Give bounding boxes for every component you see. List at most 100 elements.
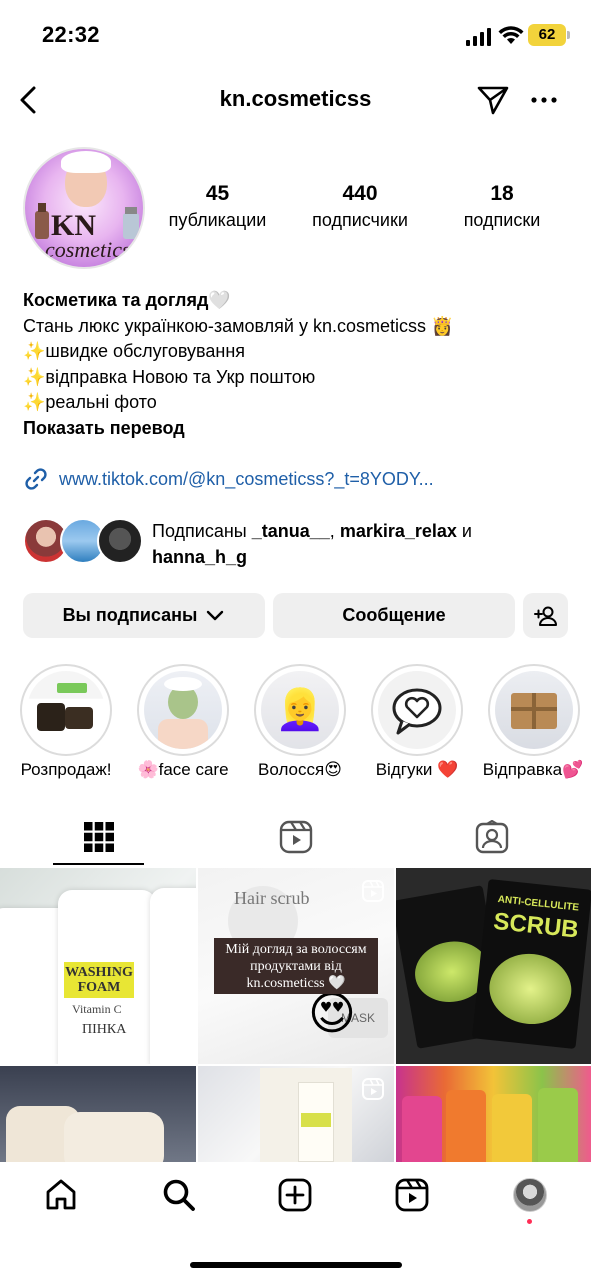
stat-followers-label: подписчики [312, 210, 408, 230]
follower-avatar [97, 518, 143, 564]
reels-nav-icon[interactable] [395, 1178, 429, 1212]
highlight-face-care-cover [144, 671, 222, 749]
highlight-label: Розпродаж! [20, 760, 112, 779]
stat-followers[interactable]: 440 подписчики [300, 182, 420, 231]
search-icon[interactable] [162, 1178, 196, 1212]
followed-by-text[interactable]: Подписаны _tanua__, markira_relax и hann… [152, 518, 572, 570]
followed-by-user: hanna_h_g [152, 547, 248, 567]
bio-link-text: www.tiktok.com/@kn_cosmeticss?_t=8YODY..… [59, 468, 434, 489]
highlight-reviews-cover [378, 671, 456, 749]
post-label: WASHING FOAM [64, 962, 134, 998]
stat-followers-count: 440 [342, 182, 378, 205]
post-label: Hair scrub [234, 888, 310, 908]
bio-line: Стань люкс українкою-замовляй у kn.cosme… [23, 315, 454, 336]
highlight-hair[interactable]: 👱‍♀️ [254, 664, 346, 756]
post-package-graphic: ANTI-CELLULITE SCRUB [471, 879, 591, 1049]
stat-posts-label: публикации [168, 210, 267, 230]
avatar-bottle-graphic [35, 203, 49, 239]
more-options-icon[interactable] [530, 88, 558, 112]
stat-posts[interactable]: 45 публикации [160, 182, 275, 231]
post-tube-graphic [492, 1094, 532, 1162]
status-time: 22:32 [42, 22, 100, 47]
highlight-label: Відгуки ❤️ [375, 760, 459, 779]
profile-bio: Косметика та догляд🤍 Стань люкс українко… [23, 288, 573, 442]
following-button[interactable]: Вы подписаны [23, 593, 265, 638]
followed-by-conjunction: и [456, 521, 472, 541]
send-message-icon[interactable] [476, 84, 510, 116]
post-box-graphic [298, 1082, 334, 1162]
post-bottle-graphic: WASHING FOAM Vitamin C ПІНКА [58, 890, 156, 1064]
highlight-hair-cover: 👱‍♀️ [261, 671, 339, 749]
bio-name: Косметика та догляд🤍 [23, 290, 231, 310]
link-icon [25, 468, 47, 490]
post-tube-graphic [402, 1096, 442, 1162]
reel-badge-icon [362, 880, 384, 902]
followed-by-separator: , [329, 521, 340, 541]
highlight-shipping-cover [495, 671, 573, 749]
emoji-heart-eyes-icon: 😍 [308, 987, 356, 1039]
highlight-label: Волосся😍 [258, 760, 342, 779]
reel-badge-icon [362, 1078, 384, 1100]
battery-tip [567, 31, 570, 39]
post-tube-graphic [446, 1090, 486, 1162]
highlight-label: 🌸face care [137, 760, 229, 779]
post-label: ПІНКА [82, 1022, 127, 1037]
post-label: SCRUB [492, 907, 580, 944]
tagged-tab-icon[interactable] [475, 820, 509, 854]
bio-line: ✨відправка Новою та Укр поштою [23, 366, 316, 387]
woman-emoji-icon: 👱‍♀️ [275, 688, 325, 732]
avatar-towel-graphic [61, 151, 111, 173]
highlight-face-care[interactable] [137, 664, 229, 756]
grid-posts-icon[interactable] [83, 821, 115, 853]
battery-indicator: 62 [528, 24, 566, 46]
profile-tabs [0, 810, 591, 866]
chevron-down-icon [207, 610, 224, 620]
home-indicator [190, 1262, 402, 1268]
message-button-label: Сообщение [342, 605, 446, 625]
stat-following[interactable]: 18 подписки [452, 182, 552, 231]
highlight-shipping[interactable] [488, 664, 580, 756]
stat-following-label: подписки [463, 210, 541, 230]
status-bar: 22:32 62 [0, 0, 591, 66]
post-thumbnail[interactable] [396, 1066, 591, 1162]
cellular-signal-icon [466, 28, 491, 46]
following-button-label: Вы подписаны [62, 605, 198, 625]
highlight-sale-cover [27, 671, 105, 749]
followed-by-prefix: Подписаны [152, 521, 252, 541]
stat-following-count: 18 [490, 182, 514, 205]
reels-tab-icon[interactable] [279, 820, 313, 854]
profile-avatar[interactable]: KN cosmeticss [23, 147, 145, 269]
show-translation-link[interactable]: Показать перевод [23, 416, 573, 442]
post-caption-overlay: Мій догляд за волоссям продуктами від kn… [214, 938, 378, 994]
profile-header: kn.cosmeticss [0, 74, 591, 126]
profile-nav-avatar[interactable] [513, 1178, 547, 1212]
post-tube-graphic [538, 1088, 578, 1162]
speech-heart-icon [392, 688, 442, 735]
message-button[interactable]: Сообщение [273, 593, 515, 638]
highlight-reviews[interactable] [371, 664, 463, 756]
avatar-jar-graphic [123, 207, 139, 239]
suggested-users-button[interactable] [523, 593, 568, 638]
bio-link[interactable]: www.tiktok.com/@kn_cosmeticss?_t=8YODY..… [23, 466, 434, 492]
notification-dot [527, 1219, 532, 1224]
add-user-icon [533, 606, 557, 626]
bio-line: ✨швидке обслуговування [23, 341, 246, 362]
post-jar-graphic [64, 1112, 164, 1162]
followed-by-user: _tanua__ [251, 521, 330, 541]
post-thumbnail[interactable] [198, 1066, 394, 1162]
active-tab-indicator [53, 863, 144, 865]
wifi-icon [498, 26, 524, 44]
post-thumbnail[interactable]: WASHING FOAM Vitamin C ПІНКА [0, 868, 196, 1064]
post-thumbnail[interactable]: ANTI-CELLULITE SCRUB [396, 868, 591, 1064]
post-label: Vitamin C [72, 1002, 122, 1016]
bio-line: ✨реальні фото [23, 392, 157, 413]
create-post-icon[interactable] [278, 1178, 312, 1212]
home-icon[interactable] [44, 1178, 78, 1212]
post-thumbnail[interactable] [0, 1066, 196, 1162]
stat-posts-count: 45 [205, 182, 230, 205]
highlight-sale[interactable] [20, 664, 112, 756]
followed-by-user: markira_relax [339, 521, 457, 541]
avatar-logo-cosmetics: cosmeticss [45, 237, 140, 262]
highlight-label: Відправка💕 [482, 760, 584, 779]
post-bottle-graphic [150, 888, 196, 1064]
